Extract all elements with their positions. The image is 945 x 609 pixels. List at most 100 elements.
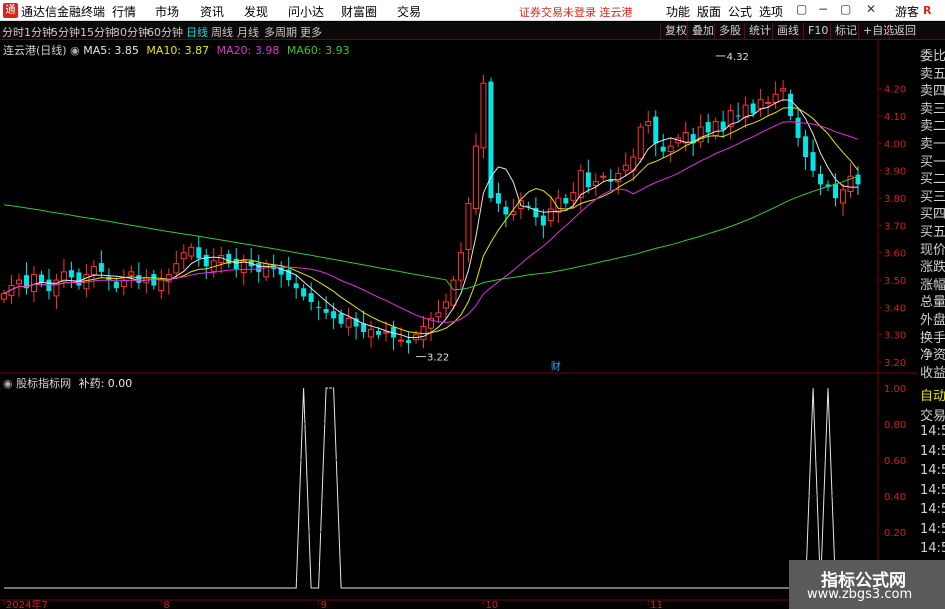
candle-body-up [645,121,652,126]
menu-market[interactable]: 市场 [155,3,179,20]
side-quote-label[interactable]: 卖四 [920,80,945,99]
period-more[interactable]: 更多 [300,24,322,40]
candle-body-down [818,174,824,185]
watermark-url: www.zbgs3.com [807,587,913,602]
period-monthly[interactable]: 月线 [237,24,259,40]
minimize-icon[interactable]: − [818,2,828,16]
side-trade-label[interactable]: 14:56 [920,463,945,478]
menu-quotes[interactable]: 行情 [112,3,136,20]
candle-body-up [472,145,479,209]
settings-icon[interactable]: ◉ [70,44,83,57]
quote-sidebar: 委比 卖五 卖四 卖三 卖二 卖一 买一 买二 买三 买四 买五 现价 涨跌 涨幅 总量 外盘 换手 净资 收益自动… [918,40,945,609]
guest-label[interactable]: 游客 [895,3,919,20]
side-quote-label[interactable]: 买一 [920,151,945,170]
side-quote-label[interactable]: 卖一 [920,133,945,152]
app-title: 通达信金融终端 [21,5,106,19]
btn-adjust[interactable]: 复权 [660,23,687,39]
chart-bg [0,40,918,609]
main-info-bar: 连云港(日线) ◉ MA5: 3.85 MA10: 3.87 MA20: 3.9… [3,42,350,58]
side-trade-label[interactable]: 14:56 [920,522,945,537]
side-trade-label[interactable]: 14:56 [920,502,945,517]
close-icon[interactable]: ✕ [866,2,876,16]
menu-xiaoda[interactable]: 问小达 [288,3,324,20]
side-trade-label[interactable]: 14:56 [920,483,945,498]
btn-back[interactable]: 返回 [889,23,916,39]
stock-title: 连云港(日线) [3,44,67,57]
side-quote-label[interactable]: 买三 [920,186,945,205]
candle-body-up [188,246,195,257]
side-quote-label[interactable]: 现价 [920,239,945,258]
side-quote-label[interactable]: 买二 [920,168,945,187]
candle-body-down [293,283,299,289]
period-weekly[interactable]: 周线 [211,24,233,40]
maximize-icon[interactable]: ▢ [840,2,851,16]
side-quote-label[interactable]: 外盘 [920,309,945,328]
btn-f10[interactable]: F10 [803,23,828,39]
period-60m[interactable]: 60分钟 [147,24,183,40]
side-trade-label[interactable]: 自动 [920,385,945,404]
menu-layout[interactable]: 版面 [697,3,721,20]
restore-icon[interactable]: ▢ [796,2,807,16]
period-daily[interactable]: 日线 [186,24,208,40]
candle-body-down [750,103,756,114]
menu-trade[interactable]: 交易 [397,3,421,20]
side-trade-label[interactable]: 14:56 [920,444,945,459]
date-tick-label: 2024年7 [6,598,48,609]
side-quote-label[interactable]: 卖三 [920,98,945,117]
side-quote-label[interactable]: 卖二 [920,115,945,134]
menu-formula[interactable]: 公式 [728,3,752,20]
price-tick-label: 3.30 [884,331,906,342]
side-quote-label[interactable]: 涨跌 [920,256,945,275]
period-intraday[interactable]: 分时 [2,24,24,40]
side-trade-label[interactable]: 14:56 [920,424,945,439]
side-quote-label[interactable]: 买四 [920,203,945,222]
candle-body-down [233,258,239,270]
account-status[interactable]: 证券交易未登录 连云港 [519,4,633,20]
period-30m[interactable]: 30分钟 [113,24,149,40]
candle-body-down [563,198,569,204]
period-multi[interactable]: 多周期 [264,24,297,40]
btn-draw[interactable]: 画线 [772,23,799,39]
menu-news[interactable]: 资讯 [200,3,224,20]
side-quote-label[interactable]: 净资 [920,344,945,363]
period-1m[interactable]: 1分钟 [24,24,53,40]
candle-body-up [1,293,7,300]
btn-mark[interactable]: 标记 [830,23,857,39]
high-marker-label: 4.32 [727,52,749,63]
candle-body-down [98,263,104,272]
candle-body-down [803,136,809,158]
menu-discover[interactable]: 发现 [244,3,268,20]
menu-options[interactable]: 选项 [759,3,783,20]
candle-body-up [180,252,187,260]
period-15m[interactable]: 15分钟 [80,24,116,40]
side-trade-label[interactable]: 14:56 [920,541,945,556]
side-quote-label[interactable]: 总量 [920,291,945,310]
menu-wealth[interactable]: 财富圈 [341,3,377,20]
candle-body-down [316,306,322,308]
sub-tick-label: 0.40 [884,492,906,503]
side-quote-label[interactable]: 涨幅 [920,274,945,293]
candle-body-down [705,122,711,133]
ma60-label: MA60: 3.93 [286,44,350,57]
menu-function[interactable]: 功能 [666,3,690,20]
btn-multistock[interactable]: 多股 [714,23,741,39]
candle-body-down [833,183,839,199]
side-quote-label[interactable]: 卖五 [920,63,945,82]
side-quote-label[interactable]: 收益 [920,362,945,381]
side-trade-label[interactable]: 交易 [920,405,945,424]
ma20-label: MA20: 3.98 [216,44,280,57]
candle-body-down [68,270,74,278]
side-quote-label[interactable]: 买五 [920,221,945,240]
btn-stats[interactable]: 统计 [744,23,771,39]
period-5m[interactable]: 5分钟 [51,24,80,40]
side-quote-label[interactable]: 委比 [920,45,945,64]
kline-chart[interactable]: 4.20 4.10 4.00 3.90 3.80 3.70 3.60 3.50 3.40 3.30… [0,40,918,609]
date-tick-label: 9 [321,600,327,609]
btn-overlay[interactable]: 叠加 [687,23,714,39]
candle-body-up [435,312,442,318]
side-quote-label[interactable]: 换手 [920,327,945,346]
candle-body-down [720,121,726,130]
candle-body-down [810,152,816,171]
indicator-settings-icon[interactable]: ◉ [3,377,16,390]
date-tick-label: 10 [485,600,498,609]
